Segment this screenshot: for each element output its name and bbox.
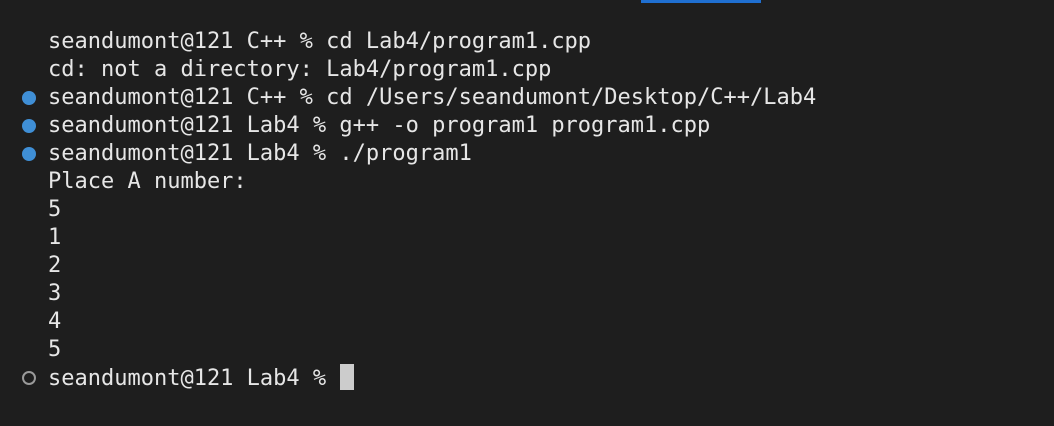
terminal-line: 5 bbox=[0, 196, 1054, 224]
terminal-line: 5 bbox=[0, 336, 1054, 364]
prompt-text: seandumont@121 Lab4 % bbox=[48, 366, 327, 391]
terminal-line: 4 bbox=[0, 308, 1054, 336]
active-tab-indicator bbox=[641, 0, 761, 3]
output-text: 5 bbox=[48, 337, 62, 362]
output-text: 2 bbox=[48, 253, 62, 278]
terminal-line: 2 bbox=[0, 252, 1054, 280]
command-error-icon[interactable] bbox=[22, 35, 36, 105]
command-success-dot-icon[interactable] bbox=[22, 147, 36, 161]
command-success-dot-icon[interactable] bbox=[22, 119, 36, 133]
prompt-container[interactable]: seandumont@121 Lab4 % bbox=[48, 364, 355, 393]
command-text: seandumont@121 Lab4 % ./program1 bbox=[48, 141, 472, 166]
terminal-line: 1 bbox=[0, 224, 1054, 252]
output-text: 1 bbox=[48, 225, 62, 250]
command-text: seandumont@121 C++ % cd /Users/seandumon… bbox=[48, 85, 817, 110]
terminal-line: seandumont@121 C++ % cd Lab4/program1.cp… bbox=[0, 28, 1054, 105]
command-success-dot-icon[interactable] bbox=[22, 91, 36, 105]
output-text: 5 bbox=[48, 197, 62, 222]
terminal-line: 3 bbox=[0, 280, 1054, 308]
terminal-prompt-line[interactable]: seandumont@121 Lab4 % bbox=[0, 364, 1054, 392]
terminal-line: seandumont@121 Lab4 % ./program1 bbox=[0, 140, 1054, 168]
command-pending-circle-icon bbox=[22, 371, 36, 385]
terminal-output: seandumont@121 C++ % cd Lab4/program1.cp… bbox=[0, 28, 1054, 392]
command-text: seandumont@121 Lab4 % g++ -o program1 pr… bbox=[48, 113, 711, 138]
command-text: seandumont@121 C++ % cd Lab4/program1.cp… bbox=[48, 29, 592, 54]
terminal-line: Place A number: bbox=[0, 168, 1054, 196]
output-text: cd: not a directory: Lab4/program1.cpp bbox=[48, 57, 552, 82]
output-text: 3 bbox=[48, 281, 62, 306]
terminal-line: cd: not a directory: Lab4/program1.cpp bbox=[0, 56, 1054, 84]
terminal-cursor[interactable] bbox=[340, 364, 355, 390]
terminal-line: seandumont@121 Lab4 % g++ -o program1 pr… bbox=[0, 112, 1054, 140]
output-text: 4 bbox=[48, 309, 62, 334]
terminal-panel[interactable]: seandumont@121 C++ % cd Lab4/program1.cp… bbox=[0, 0, 1054, 426]
terminal-line: seandumont@121 C++ % cd /Users/seandumon… bbox=[0, 84, 1054, 112]
output-text: Place A number: bbox=[48, 169, 247, 194]
